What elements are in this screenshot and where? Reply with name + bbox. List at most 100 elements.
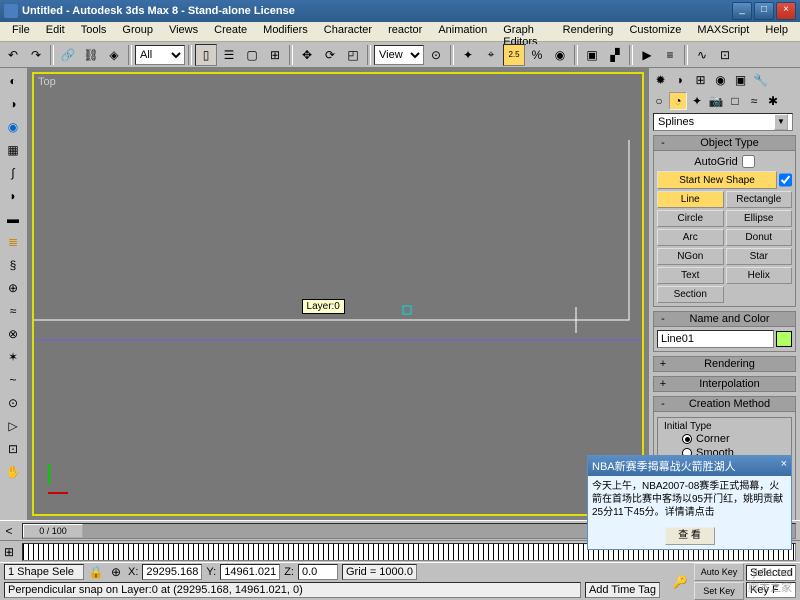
preview-icon[interactable]: ▷ <box>2 415 24 437</box>
menu-maxscript[interactable]: MAXScript <box>689 22 757 41</box>
object-color-swatch[interactable] <box>776 331 792 347</box>
spinner-snap-icon[interactable]: ◉ <box>549 44 571 66</box>
menu-graph editors[interactable]: Graph Editors <box>495 22 554 41</box>
motion-tab-icon[interactable]: ◉ <box>711 70 730 89</box>
wind-icon[interactable]: ≈ <box>2 300 24 322</box>
utilities-tab-icon[interactable]: 🔧 <box>751 70 770 89</box>
lock-icon[interactable]: 🔒 <box>88 564 104 580</box>
plane-icon[interactable]: ▬ <box>2 208 24 230</box>
object-name-input[interactable]: Line01 <box>657 330 774 348</box>
set-key-button[interactable]: Set Key <box>694 582 744 600</box>
move-icon[interactable]: ✥ <box>296 44 318 66</box>
water-icon[interactable]: ~ <box>2 369 24 391</box>
z-coord-input[interactable]: 0.0 <box>298 564 338 580</box>
select-region-icon[interactable]: ▢ <box>241 44 263 66</box>
snap-icon[interactable]: ⌖ <box>480 44 502 66</box>
geometry-icon[interactable]: ○ <box>650 92 668 110</box>
menu-animation[interactable]: Animation <box>430 22 495 41</box>
fracture-icon[interactable]: ✶ <box>2 346 24 368</box>
motor-icon[interactable]: ⊕ <box>2 277 24 299</box>
maximize-button[interactable]: □ <box>754 2 774 20</box>
spring-icon[interactable]: § <box>2 254 24 276</box>
menu-reactor[interactable]: reactor <box>380 22 430 41</box>
menu-character[interactable]: Character <box>316 22 380 41</box>
key-icon[interactable]: 🔑 <box>668 568 692 596</box>
menu-group[interactable]: Group <box>114 22 161 41</box>
helpers-icon[interactable]: □ <box>726 92 744 110</box>
selection-filter-combo[interactable]: All <box>135 45 185 65</box>
shape-donut-button[interactable]: Donut <box>726 229 793 246</box>
tab-panel-icon[interactable]: ◐ <box>2 70 24 92</box>
window-crossing-icon[interactable]: ⊞ <box>264 44 286 66</box>
create-anim-icon[interactable]: ⊡ <box>2 438 24 460</box>
menu-tools[interactable]: Tools <box>73 22 115 41</box>
link-icon[interactable]: 🔗 <box>57 44 79 66</box>
lights-icon[interactable]: ✦ <box>688 92 706 110</box>
toy-icon[interactable]: ⊗ <box>2 323 24 345</box>
shapes-icon[interactable]: ◔ <box>669 92 687 110</box>
modify-tab-icon[interactable]: ◗ <box>671 70 690 89</box>
viewport-top[interactable]: Top Layer:0 <box>32 72 644 516</box>
abs-rel-icon[interactable]: ⊕ <box>108 564 124 580</box>
mirror-icon[interactable]: ▞ <box>604 44 626 66</box>
create-tab-icon[interactable]: ✹ <box>651 70 670 89</box>
cloth-icon[interactable]: ▦ <box>2 139 24 161</box>
shape-text-button[interactable]: Text <box>657 267 724 284</box>
display-tab-icon[interactable]: ▣ <box>731 70 750 89</box>
menu-views[interactable]: Views <box>161 22 206 41</box>
shape-line-button[interactable]: Line <box>657 191 724 208</box>
menu-rendering[interactable]: Rendering <box>555 22 622 41</box>
stack-icon[interactable]: ≣ <box>2 231 24 253</box>
object-type-header[interactable]: -Object Type <box>653 135 796 151</box>
hand-icon[interactable]: ✋ <box>2 461 24 483</box>
reactor-icon[interactable]: ◑ <box>2 93 24 115</box>
notification-close-icon[interactable]: × <box>781 458 787 474</box>
interpolation-header[interactable]: +Interpolation <box>653 376 796 392</box>
spacewarps-icon[interactable]: ≈ <box>745 92 763 110</box>
unlink-icon[interactable]: ⛓ <box>80 44 102 66</box>
select-by-name-icon[interactable]: ☰ <box>218 44 240 66</box>
menu-help[interactable]: Help <box>757 22 796 41</box>
track-toggle-icon[interactable]: ⊞ <box>0 544 18 560</box>
select-icon[interactable]: ▯ <box>195 44 217 66</box>
scale-icon[interactable]: ◰ <box>342 44 364 66</box>
ball-icon[interactable]: ◉ <box>2 116 24 138</box>
systems-icon[interactable]: ✱ <box>764 92 782 110</box>
rendering-header[interactable]: +Rendering <box>653 356 796 372</box>
shape-circle-button[interactable]: Circle <box>657 210 724 227</box>
deform-icon[interactable]: ◗ <box>2 185 24 207</box>
y-coord-input[interactable]: 14961.021 <box>220 564 280 580</box>
shape-arc-button[interactable]: Arc <box>657 229 724 246</box>
close-button[interactable]: × <box>776 2 796 20</box>
category-dropdown[interactable]: Splines▼ <box>653 113 793 131</box>
manipulate-icon[interactable]: ✦ <box>457 44 479 66</box>
creation-method-header[interactable]: -Creation Method <box>653 396 796 412</box>
ref-coord-combo[interactable]: View <box>374 45 424 65</box>
time-thumb[interactable]: 0 / 100 <box>23 524 83 538</box>
redo-icon[interactable]: ↷ <box>25 44 47 66</box>
bind-icon[interactable]: ◈ <box>103 44 125 66</box>
curve-editor-icon[interactable]: ∿ <box>691 44 713 66</box>
rotate-icon[interactable]: ⟳ <box>319 44 341 66</box>
minimize-button[interactable]: _ <box>732 2 752 20</box>
autogrid-checkbox[interactable] <box>742 155 755 168</box>
menu-modifiers[interactable]: Modifiers <box>255 22 316 41</box>
layers-icon[interactable]: ≡ <box>659 44 681 66</box>
menu-file[interactable]: File <box>4 22 38 41</box>
named-sel-icon[interactable]: ▣ <box>581 44 603 66</box>
schematic-icon[interactable]: ⊡ <box>714 44 736 66</box>
pivot-icon[interactable]: ⊙ <box>425 44 447 66</box>
hierarchy-tab-icon[interactable]: ⊞ <box>691 70 710 89</box>
menu-customize[interactable]: Customize <box>621 22 689 41</box>
undo-icon[interactable]: ↶ <box>2 44 24 66</box>
add-time-tag[interactable]: Add Time Tag <box>585 582 660 598</box>
shape-section-button[interactable]: Section <box>657 286 724 303</box>
shape-ellipse-button[interactable]: Ellipse <box>726 210 793 227</box>
x-coord-input[interactable]: 29295.168 <box>142 564 202 580</box>
shape-star-button[interactable]: Star <box>726 248 793 265</box>
align-icon[interactable]: ▶ <box>636 44 658 66</box>
rope-icon[interactable]: ∫ <box>2 162 24 184</box>
menu-create[interactable]: Create <box>206 22 255 41</box>
angle-snap-icon[interactable]: 2.5 <box>503 44 525 66</box>
name-color-header[interactable]: -Name and Color <box>653 311 796 327</box>
